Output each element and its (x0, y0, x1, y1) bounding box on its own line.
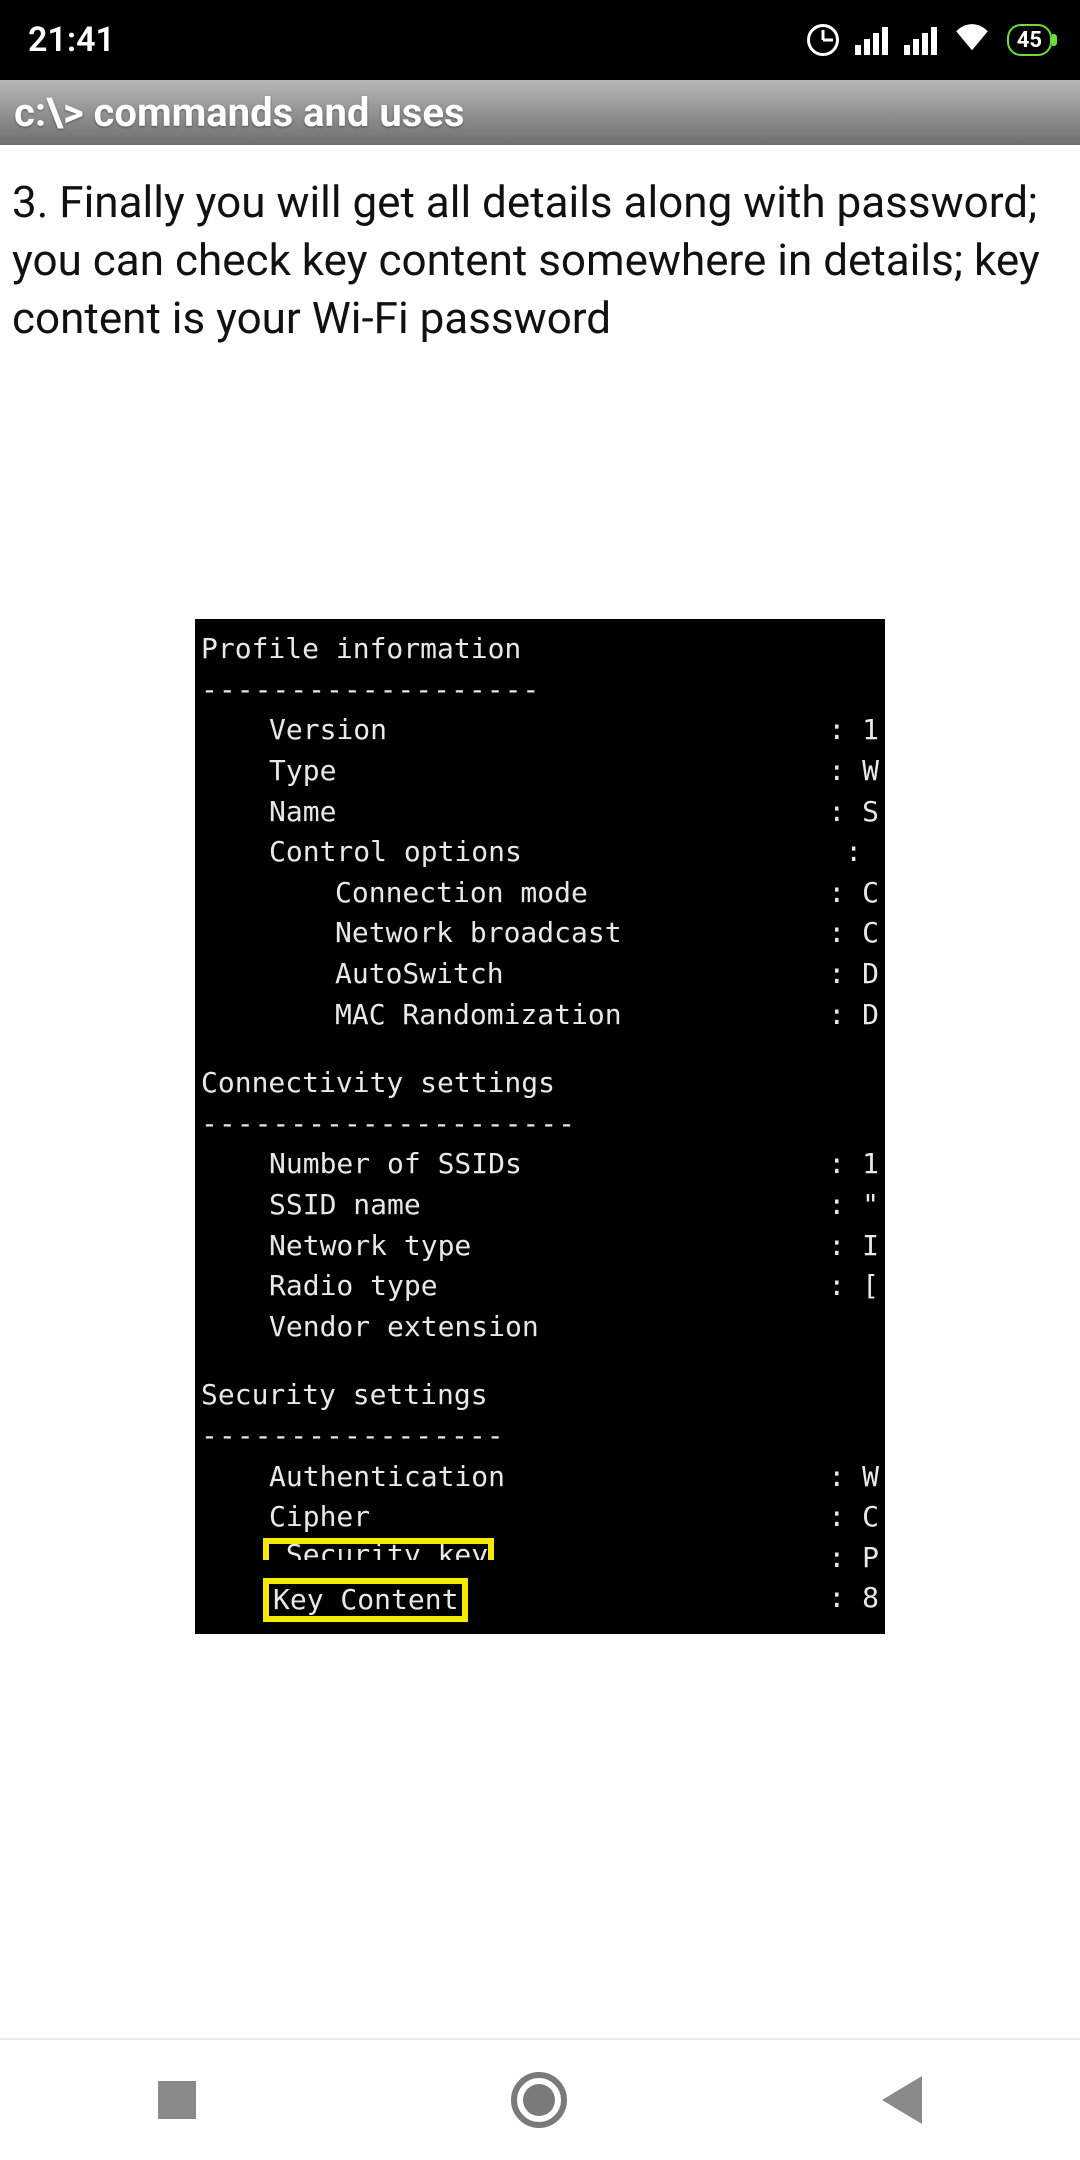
terminal-label: Security key (263, 1538, 494, 1560)
terminal-row: Radio type : [ (195, 1266, 885, 1307)
back-button[interactable] (882, 2076, 922, 2124)
wifi-icon (953, 20, 991, 60)
terminal-output: Profile information-------------------Ve… (195, 619, 885, 1634)
terminal-value: : W (828, 1457, 885, 1498)
terminal-value: : D (828, 954, 885, 995)
terminal-label: Connection mode (195, 873, 588, 914)
terminal-value: : [ (828, 1266, 885, 1307)
terminal-value: : 8 (828, 1578, 885, 1622)
terminal-row: Connection mode : C (195, 873, 885, 914)
app-title: c:\> commands and uses (14, 89, 465, 136)
terminal-row: Cipher : C (195, 1497, 885, 1538)
terminal-value: : " (828, 1185, 885, 1226)
step-text: 3. Finally you will get all details alon… (12, 176, 1040, 344)
terminal-label: Authentication (195, 1457, 505, 1498)
battery-level: 45 (1017, 28, 1042, 53)
terminal-row: Vendor extension (195, 1307, 885, 1348)
terminal-row: Network type : I (195, 1226, 885, 1267)
highlight-key-content: Key Content (263, 1578, 468, 1622)
terminal-row: Version : 1 (195, 710, 885, 751)
terminal-label: AutoSwitch (195, 954, 504, 995)
status-bar: 21:41 45 (0, 0, 1080, 80)
status-icons: 45 (807, 20, 1052, 60)
terminal-section-heading: Connectivity settings (195, 1063, 885, 1104)
terminal-value: : C (828, 913, 885, 954)
terminal-dashes: ----------------- (195, 1416, 885, 1457)
terminal-row: SSID name : " (195, 1185, 885, 1226)
signal-1-icon (855, 25, 888, 55)
terminal-label: Number of SSIDs (195, 1144, 522, 1185)
terminal-row: MAC Randomization : D (195, 995, 885, 1036)
terminal-row: Name : S (195, 792, 885, 833)
terminal-value: : 1 (828, 710, 885, 751)
terminal-row: Number of SSIDs : 1 (195, 1144, 885, 1185)
terminal-section-heading: Profile information (195, 629, 885, 670)
terminal-value: : I (828, 1226, 885, 1267)
terminal-value: : (845, 832, 885, 873)
clock: 21:41 (28, 20, 115, 60)
alarm-icon (807, 24, 839, 56)
terminal-label: Version (195, 710, 387, 751)
article-body: 3. Finally you will get all details alon… (0, 145, 1080, 359)
app-title-bar: c:\> commands and uses (0, 80, 1080, 145)
terminal-label: Radio type (195, 1266, 438, 1307)
terminal-row: Key Content : 8 (195, 1578, 885, 1622)
terminal-value: : D (828, 995, 885, 1036)
terminal-row: Type : W (195, 751, 885, 792)
terminal-label: Network broadcast (195, 913, 622, 954)
terminal-row: AutoSwitch : D (195, 954, 885, 995)
navigation-bar (0, 2040, 1080, 2160)
signal-2-icon (904, 25, 937, 55)
recents-button[interactable] (158, 2081, 196, 2119)
terminal-label: Cipher (195, 1497, 370, 1538)
terminal-value: : P (828, 1538, 885, 1579)
terminal-label: Name (195, 792, 336, 833)
terminal-value: : 1 (828, 1144, 885, 1185)
terminal-value (879, 1307, 885, 1348)
terminal-label: Vendor extension (195, 1307, 539, 1348)
terminal-row: Security key : P (195, 1538, 885, 1579)
terminal-value: : W (828, 751, 885, 792)
terminal-row: Authentication : W (195, 1457, 885, 1498)
terminal-label: Network type (195, 1226, 471, 1267)
terminal-label: SSID name (195, 1185, 421, 1226)
terminal-row: Network broadcast : C (195, 913, 885, 954)
terminal-label: MAC Randomization (195, 995, 622, 1036)
terminal-label: Type (195, 751, 336, 792)
terminal-value: : C (828, 873, 885, 914)
terminal-section-heading: Security settings (195, 1375, 885, 1416)
terminal-value: : C (828, 1497, 885, 1538)
terminal-value: : S (828, 792, 885, 833)
terminal-dashes: --------------------- (195, 1104, 885, 1145)
battery-icon: 45 (1007, 24, 1052, 56)
terminal-label: Control options (195, 832, 522, 873)
terminal-row: Control options: (195, 832, 885, 873)
terminal-dashes: ------------------- (195, 670, 885, 711)
home-button[interactable] (511, 2072, 567, 2128)
